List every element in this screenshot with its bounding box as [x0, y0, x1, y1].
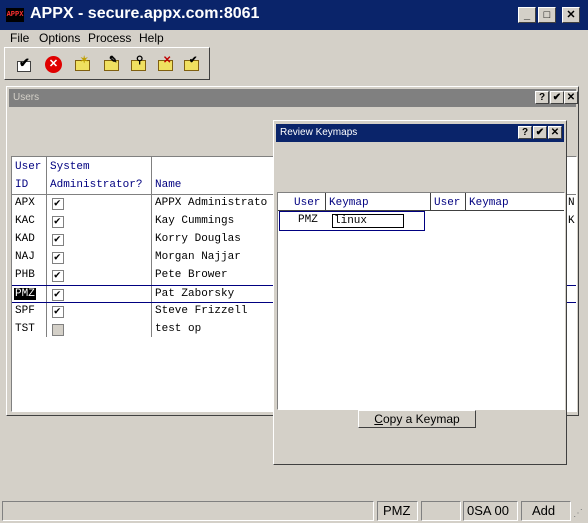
user-id-cell: PHB: [15, 269, 35, 281]
user-id-cell: PMZ: [14, 288, 36, 300]
col-divider: [465, 193, 466, 211]
users-ok-button[interactable]: ✔: [550, 91, 564, 104]
menu-options[interactable]: Options: [39, 31, 80, 45]
col-header-user-id-line1: User: [15, 161, 42, 173]
trailing-cell: N: [568, 197, 575, 209]
status-code: 0SA 00: [463, 501, 518, 521]
appx-logo-icon: APPX: [6, 8, 24, 22]
col-header-user-id-line2: ID: [15, 179, 29, 191]
close-icon: ✕: [550, 127, 560, 138]
users-help-button[interactable]: ?: [535, 91, 549, 104]
sysadmin-checkbox[interactable]: [52, 324, 64, 336]
menu-process[interactable]: Process: [88, 31, 131, 45]
user-name-cell: Korry Douglas: [155, 233, 241, 245]
check-icon: ✔: [535, 127, 545, 138]
maximize-button[interactable]: □: [538, 7, 556, 23]
close-icon: ✕: [566, 92, 576, 103]
col-divider: [325, 193, 326, 211]
menu-help[interactable]: Help: [139, 31, 164, 45]
user-id-cell: TST: [15, 323, 35, 335]
col-header-keymap: Keymap: [329, 197, 369, 209]
check-icon[interactable]: ✔: [15, 55, 35, 75]
close-icon: ✕: [566, 9, 576, 21]
status-bar: PMZ 0SA 00 Add ⋰: [0, 499, 588, 523]
user-name-cell: Steve Frizzell: [155, 305, 248, 317]
sysadmin-checkbox[interactable]: [52, 232, 64, 246]
status-empty: [421, 501, 461, 521]
user-name-cell: test op: [155, 323, 202, 335]
user-id-cell: KAC: [15, 215, 35, 227]
user-name-cell: Pat Zaborsky: [155, 288, 235, 300]
keymap-input[interactable]: linux: [332, 214, 404, 228]
minimize-icon: _: [523, 9, 531, 21]
status-user: PMZ: [377, 501, 418, 521]
sysadmin-checkbox[interactable]: [52, 250, 64, 264]
search-folder-icon[interactable]: ⚲: [129, 55, 149, 75]
new-folder-icon[interactable]: ✶: [73, 55, 93, 75]
col-header-keymap-2: Keymap: [469, 197, 509, 209]
keymap-row[interactable]: PMZ linux: [279, 211, 425, 231]
cancel-icon[interactable]: ✕: [44, 55, 64, 75]
maximize-icon: □: [543, 9, 551, 21]
users-close-button[interactable]: ✕: [564, 91, 578, 104]
resize-grip-icon[interactable]: ⋰: [573, 509, 585, 521]
user-name-cell: APPX Administrato: [155, 197, 268, 209]
check-icon: ✔: [552, 92, 562, 103]
check-folder-icon[interactable]: ✔: [182, 55, 202, 75]
delete-folder-icon[interactable]: ✕: [156, 55, 176, 75]
sysadmin-checkbox[interactable]: [52, 304, 64, 318]
close-button[interactable]: ✕: [562, 7, 580, 23]
keymap-user-cell: PMZ: [298, 214, 318, 226]
main-title-bar[interactable]: APPX APPX - secure.appx.com:8061 _ □ ✕: [0, 0, 588, 30]
col-header-sysadmin-line2: Administrator?: [50, 179, 143, 191]
trailing-cell: K: [568, 215, 575, 227]
sysadmin-checkbox[interactable]: [52, 268, 64, 282]
minimize-button[interactable]: _: [518, 7, 536, 23]
sysadmin-checkbox[interactable]: [52, 214, 64, 228]
dialog-title: Review Keymaps: [280, 127, 358, 138]
status-mode: Add: [521, 501, 571, 521]
status-message-pane: [2, 501, 374, 521]
user-id-cell: NAJ: [15, 251, 35, 263]
user-id-cell: APX: [15, 197, 35, 209]
copy-keymap-label: opy a Keymap: [382, 412, 460, 426]
user-id-cell: SPF: [15, 305, 35, 317]
toolbar: ✔ ✕ ✶ ✎ ⚲ ✕ ✔: [4, 47, 210, 80]
user-name-cell: Pete Brower: [155, 269, 228, 281]
copy-keymap-button[interactable]: Copy a Keymap: [358, 410, 476, 428]
col-divider: [430, 193, 431, 211]
sysadmin-checkbox[interactable]: [52, 196, 64, 210]
help-icon: ?: [538, 92, 546, 103]
col-header-user: User: [294, 197, 321, 209]
user-id-cell: KAD: [15, 233, 35, 245]
keymaps-grid: User Keymap User Keymap PMZ linux: [277, 192, 565, 410]
col-header-user-2: User: [434, 197, 461, 209]
dialog-help-button[interactable]: ?: [518, 126, 532, 139]
dialog-title-bar[interactable]: Review Keymaps ? ✔ ✕: [276, 124, 564, 142]
col-header-sysadmin-line1: System: [50, 161, 90, 173]
user-name-cell: Kay Cummings: [155, 215, 235, 227]
user-name-cell: Morgan Najjar: [155, 251, 241, 263]
review-keymaps-dialog: Review Keymaps ? ✔ ✕ User Keymap User Ke…: [273, 120, 567, 465]
help-icon: ?: [521, 127, 529, 138]
users-title-bar[interactable]: Users ? ✔ ✕: [9, 89, 578, 107]
users-title: Users: [13, 92, 40, 103]
menu-file[interactable]: File: [10, 31, 29, 45]
sysadmin-checkbox[interactable]: [52, 287, 64, 301]
dialog-ok-button[interactable]: ✔: [533, 126, 547, 139]
window-title: APPX - secure.appx.com:8061: [30, 5, 260, 22]
col-header-name: Name: [155, 179, 182, 191]
edit-folder-icon[interactable]: ✎: [102, 55, 122, 75]
dialog-close-button[interactable]: ✕: [548, 126, 562, 139]
copy-keymap-accel: C: [374, 412, 383, 426]
menu-bar: File Options Process Help: [0, 30, 588, 46]
